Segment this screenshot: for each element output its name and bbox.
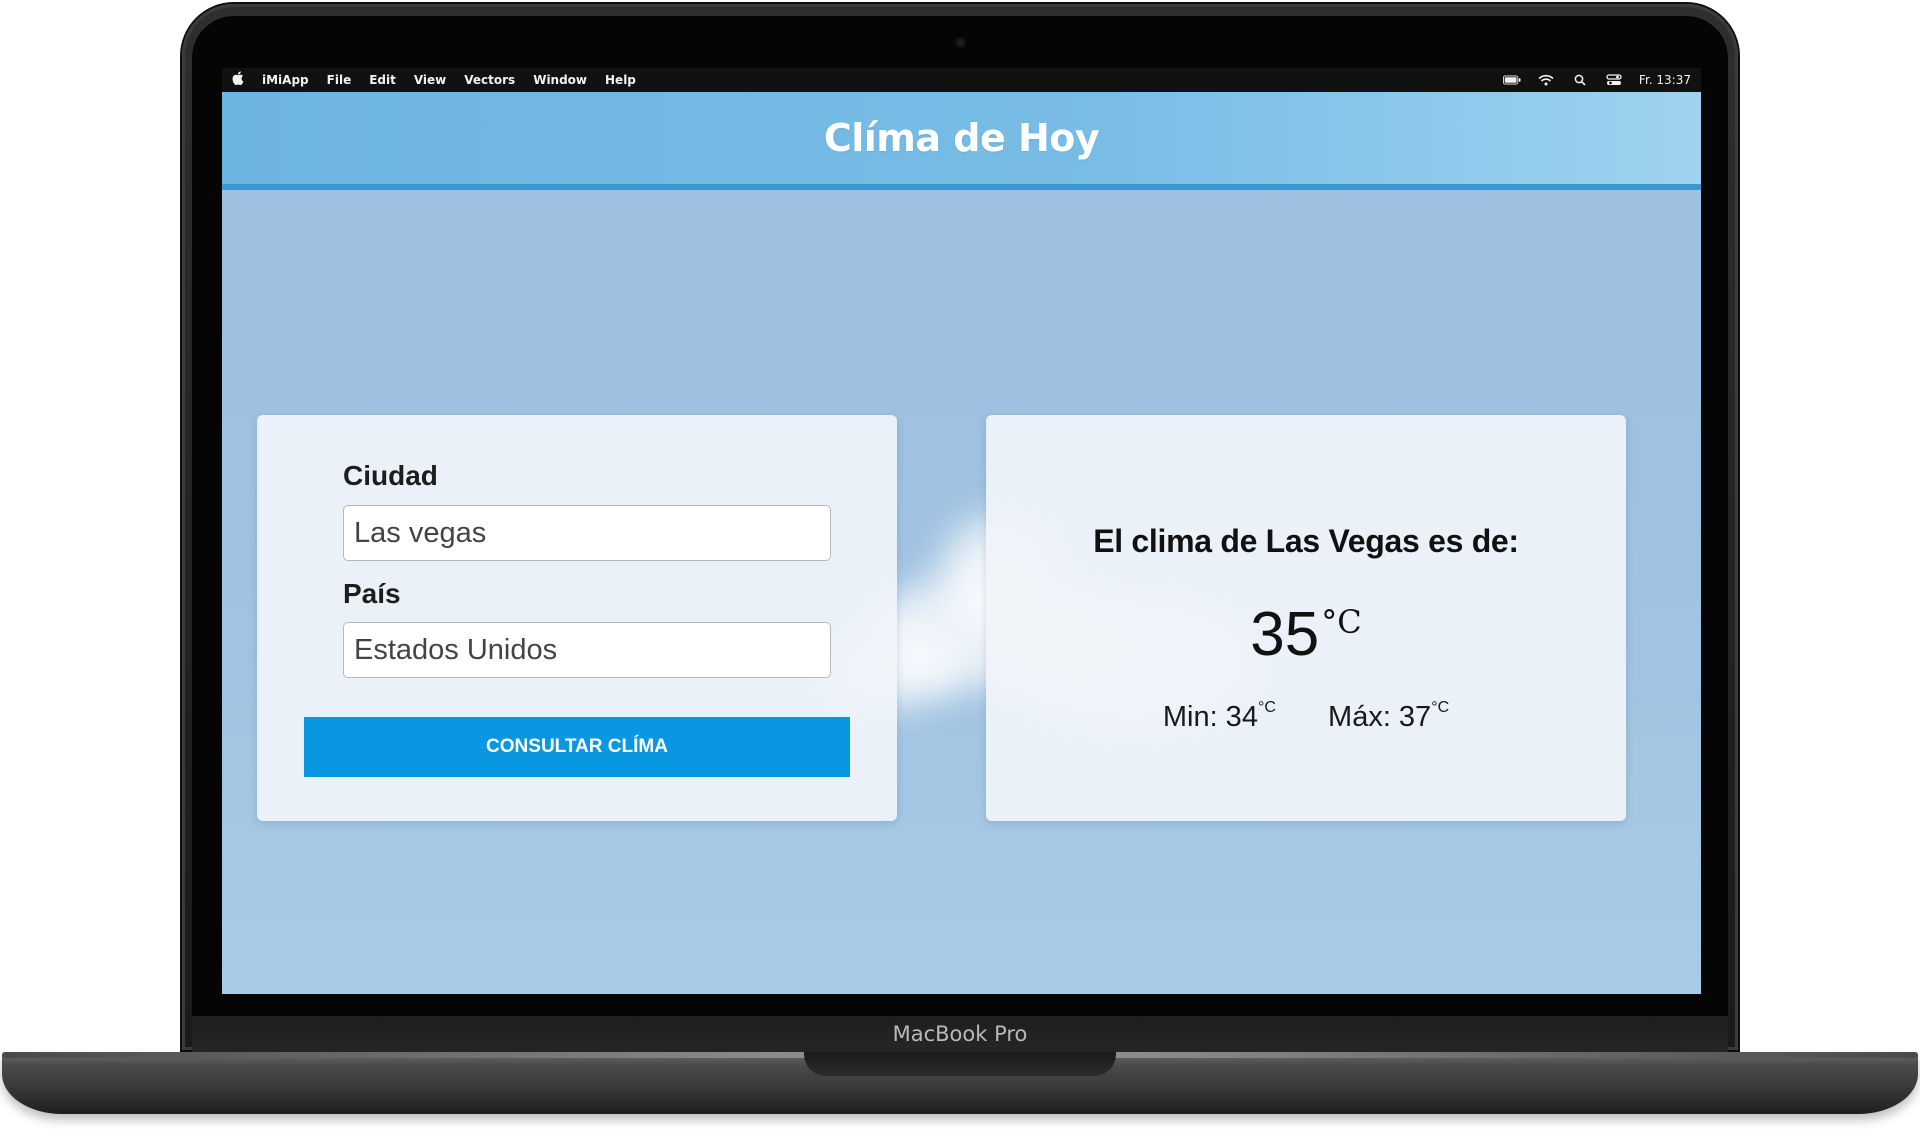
menu-bar: iMiApp File Edit View Vectors Window Hel… — [222, 68, 1701, 92]
country-label: País — [343, 578, 401, 609]
menu-vectors[interactable]: Vectors — [464, 73, 515, 87]
sky-background: Ciudad País CONSULTAR CLÍMA El clima de … — [222, 196, 1701, 994]
country-input[interactable] — [343, 622, 831, 678]
page-title: Clíma de Hoy — [823, 116, 1100, 160]
battery-icon[interactable] — [1502, 74, 1521, 86]
menu-edit[interactable]: Edit — [369, 73, 396, 87]
app-header: Clíma de Hoy — [222, 92, 1701, 190]
menu-view[interactable]: View — [414, 73, 446, 87]
max-temperature: Máx: 37 — [1328, 701, 1432, 733]
current-temperature: 35°C — [986, 599, 1626, 670]
search-icon[interactable] — [1571, 74, 1589, 86]
camera-icon — [955, 37, 966, 48]
menu-file[interactable]: File — [327, 73, 352, 87]
temperature-unit: °C — [1321, 603, 1362, 641]
temperature-value: 35 — [1250, 600, 1320, 669]
laptop-notch — [804, 1052, 1116, 1076]
menu-window[interactable]: Window — [533, 73, 587, 87]
min-max-row: Min: 34°C Máx: 37°C — [986, 699, 1626, 734]
max-temperature-unit: °C — [1431, 699, 1450, 716]
min-temperature: Min: 34 — [1162, 701, 1258, 733]
search-form-card: Ciudad País CONSULTAR CLÍMA — [257, 415, 897, 821]
menu-help[interactable]: Help — [605, 73, 636, 87]
min-temperature-unit: °C — [1257, 699, 1276, 716]
screen: iMiApp File Edit View Vectors Window Hel… — [222, 68, 1701, 994]
control-center-icon[interactable] — [1605, 74, 1623, 86]
laptop-brand-label: MacBook Pro — [892, 1022, 1028, 1046]
weather-result-card: El clima de Las Vegas es de: 35°C Min: 3… — [986, 415, 1626, 821]
apple-icon[interactable] — [232, 71, 244, 89]
city-label: Ciudad — [343, 460, 438, 491]
laptop-mockup: iMiApp File Edit View Vectors Window Hel… — [0, 0, 1920, 1140]
menu-clock[interactable]: Fr. 13:37 — [1639, 73, 1691, 87]
check-weather-button[interactable]: CONSULTAR CLÍMA — [304, 717, 850, 777]
menu-app-name[interactable]: iMiApp — [262, 73, 309, 87]
city-input[interactable] — [343, 505, 831, 561]
result-heading: El clima de Las Vegas es de: — [1093, 523, 1519, 559]
wifi-icon[interactable] — [1537, 74, 1555, 86]
